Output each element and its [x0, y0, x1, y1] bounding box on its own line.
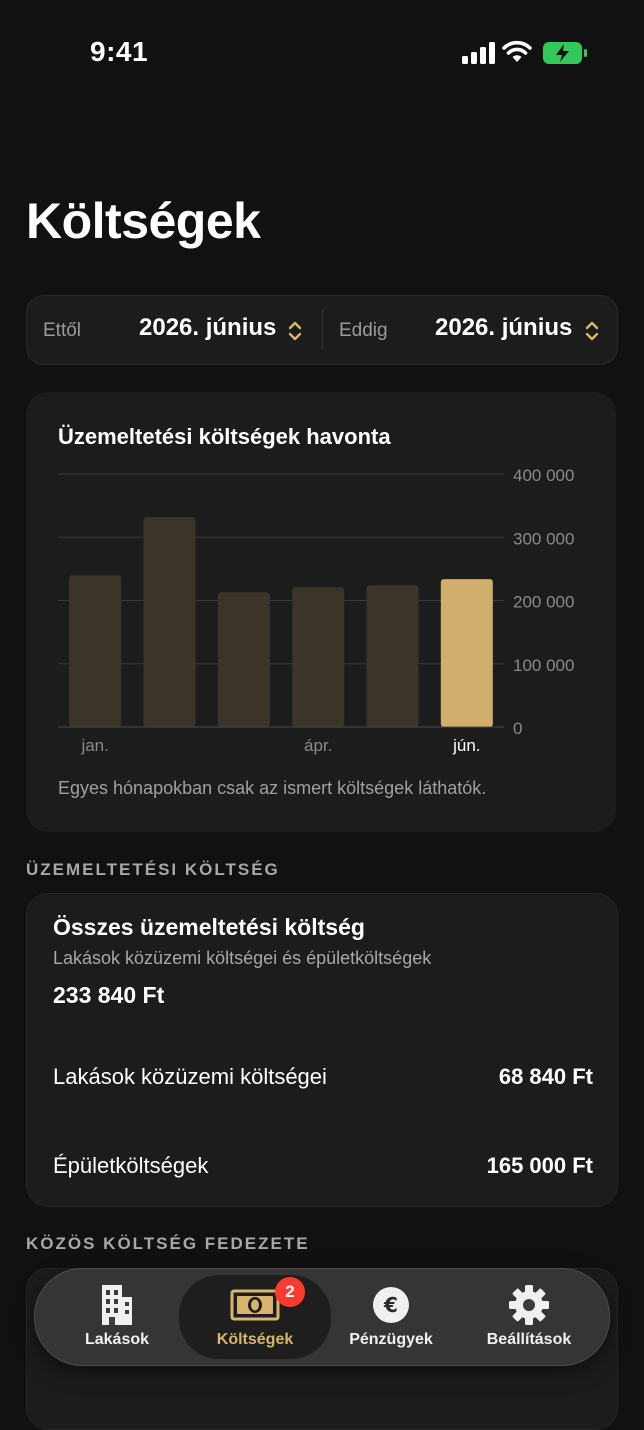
- tab-label: Pénzügyek: [349, 1331, 433, 1348]
- page-title: Költségek: [26, 193, 261, 249]
- total-cost-subtitle: Lakások közüzemi költségei és épületkölt…: [53, 948, 432, 968]
- svg-text:€: €: [383, 1293, 398, 1317]
- cellular-signal-icon: [462, 42, 495, 64]
- y-tick-label: 100 000: [513, 656, 574, 675]
- tab-label: Lakások: [84, 1331, 150, 1348]
- to-value: 2026. június: [435, 314, 573, 341]
- chevron-up-down-icon: [585, 321, 599, 341]
- from-label: Ettől: [43, 320, 82, 341]
- y-tick-label: 400 000: [513, 466, 574, 485]
- to-label: Eddig: [339, 320, 388, 341]
- bar: [292, 587, 345, 727]
- monthly-costs-chart-card: Üzemeltetési költségek havonta 0 100 000 2…: [26, 392, 616, 832]
- costs-notification-badge: 2: [275, 1277, 305, 1307]
- range-divider: [322, 310, 323, 350]
- total-cost-value: 233 840 Ft: [53, 982, 165, 1008]
- tab-finances[interactable]: € Pénzügyek: [325, 1269, 457, 1365]
- utility-cost-value: 68 840 Ft: [498, 1064, 593, 1089]
- tab-label: Költségek: [216, 1331, 294, 1348]
- tab-apartments[interactable]: Lakások: [49, 1269, 185, 1365]
- bar: [440, 579, 493, 727]
- euro-icon: €: [373, 1287, 409, 1323]
- coverage-section-header: KÖZÖS KÖLTSÉG FEDEZETE: [26, 1234, 310, 1253]
- bar: [69, 575, 122, 727]
- y-tick-label: 300 000: [513, 529, 574, 548]
- tab-costs[interactable]: 2 Költségek: [179, 1275, 331, 1359]
- battery-charging-icon: [543, 42, 587, 64]
- bar: [143, 517, 196, 727]
- x-tick-label: jan.: [80, 736, 108, 755]
- bar: [366, 585, 419, 727]
- building-cost-value: 165 000 Ft: [486, 1153, 593, 1178]
- building-icon: [102, 1285, 132, 1325]
- tab-label: Beállítások: [486, 1331, 572, 1348]
- tab-bar: Lakások 2 Költségek € Pénzügyek Beállítá…: [34, 1268, 610, 1366]
- banknote-icon: [230, 1289, 280, 1321]
- bar: [217, 592, 270, 727]
- total-cost-title: Összes üzemeltetési költség: [53, 914, 365, 940]
- status-bar: 9:41: [0, 0, 644, 100]
- wifi-icon: [502, 40, 532, 62]
- date-range-selector: Ettől 2026. június Eddig 2026. június: [26, 295, 618, 365]
- monthly-costs-bar-chart: 0 100 000 200 000 300 000 400 000 jan. ápr. jún…: [58, 466, 574, 755]
- building-cost-label: Épületköltségek: [53, 1153, 209, 1178]
- utility-cost-label: Lakások közüzemi költségei: [53, 1064, 327, 1089]
- x-tick-label: jún.: [452, 736, 480, 755]
- chevron-up-down-icon: [288, 321, 302, 341]
- from-picker[interactable]: 2026. június: [127, 296, 317, 364]
- tab-settings[interactable]: Beállítások: [461, 1269, 597, 1365]
- operating-section-header: ÜZEMELTETÉSI KÖLTSÉG: [26, 860, 280, 879]
- operating-cost-card: Összes üzemeltetési költség Lakások közü…: [26, 893, 618, 1207]
- building-cost-row[interactable]: Épületköltségek 165 000 Ft: [53, 1153, 593, 1179]
- x-tick-label: ápr.: [304, 736, 332, 755]
- y-tick-label: 200 000: [513, 593, 574, 612]
- utility-cost-row[interactable]: Lakások közüzemi költségei 68 840 Ft: [53, 1064, 593, 1090]
- status-time: 9:41: [90, 36, 149, 67]
- to-picker[interactable]: 2026. június: [425, 296, 615, 364]
- chart-note: Egyes hónapokban csak az ismert költsége…: [58, 778, 487, 798]
- gear-icon: [509, 1285, 549, 1325]
- from-value: 2026. június: [139, 314, 277, 341]
- y-tick-label: 0: [513, 719, 522, 738]
